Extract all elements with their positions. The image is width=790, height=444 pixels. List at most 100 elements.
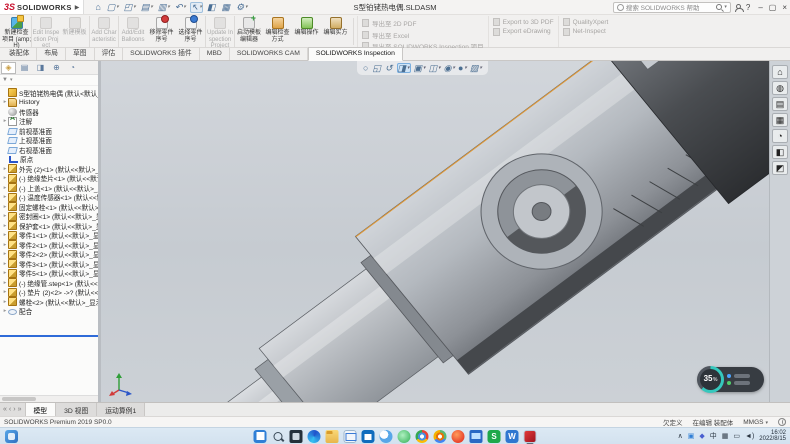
section-view-icon[interactable]: ◨▾ (397, 63, 411, 73)
search-input[interactable]: 搜索 SOLIDWORKS 帮助 ▾ (613, 2, 731, 13)
view-tab[interactable]: 模型 (26, 403, 57, 416)
custom-properties-icon[interactable]: ◧ (772, 145, 788, 159)
command-tab[interactable]: 装配体 (2, 48, 37, 60)
select-balloons-button[interactable]: 选择零件序号 (176, 16, 205, 47)
solidworks-resources-icon[interactable]: ⌂ (772, 65, 788, 79)
edit-appearance-icon[interactable]: ●▾ (458, 63, 467, 73)
app-s-icon[interactable]: S (488, 430, 501, 443)
tab-scroll-arrow[interactable]: « (3, 406, 7, 413)
print-icon[interactable]: ▥▾ (157, 2, 171, 13)
feature-tree-item[interactable]: ▸ (-) 绝缘管.step<1> (默认<<默认> (0, 278, 98, 288)
command-tab[interactable]: SOLIDWORKS 插件 (123, 48, 200, 60)
home-icon[interactable]: ⌂ (94, 2, 102, 12)
zoom-fit-icon[interactable]: ○ (363, 63, 369, 73)
undo-icon[interactable]: ↶▾ (174, 2, 187, 13)
command-tab[interactable]: SOLIDWORKS CAM (230, 48, 308, 60)
search-icon[interactable] (716, 4, 722, 10)
feature-tree-item[interactable]: ▸ 螺栓<2> (默认<<默认>_显示状态 (0, 297, 98, 307)
appearances-scenes-icon[interactable]: ◔ (772, 129, 788, 143)
feature-tree-item[interactable]: 传感器 (0, 107, 98, 117)
recorder-button-bottom[interactable] (727, 381, 759, 385)
menu-flyout-arrow-icon[interactable]: ▶ (75, 4, 80, 11)
feature-tree-item[interactable]: 右视基准面 (0, 145, 98, 155)
feature-tree-item[interactable]: ▸ 配合 (0, 307, 98, 317)
command-tab[interactable]: 评估 (95, 48, 124, 60)
model-canvas[interactable] (101, 61, 790, 402)
edit-vendor-button[interactable]: 编辑实方 (321, 16, 350, 47)
browser-icon[interactable] (434, 430, 447, 443)
tab-scroll-arrow[interactable]: » (18, 406, 22, 413)
remote-desktop-icon[interactable] (470, 430, 483, 443)
feature-tree-item[interactable]: ▸ 零件2<1> (默认<<默认>_显示状 (0, 240, 98, 250)
search-caret-icon[interactable]: ▾ (724, 4, 727, 10)
solidworks-app-icon[interactable] (524, 430, 537, 443)
search-button[interactable] (272, 430, 285, 443)
previous-view-icon[interactable]: ↺ (385, 63, 394, 73)
tab-scroll-arrow[interactable]: › (13, 406, 15, 413)
close-button[interactable]: × (782, 3, 787, 12)
zoom-area-icon[interactable]: ◱ (372, 63, 382, 73)
launch-template-editor-button[interactable]: 启动模板编辑器 (234, 16, 263, 47)
export-menu-item[interactable]: 导出至 2D PDF (362, 18, 484, 28)
export-menu-item[interactable]: 导出至 Excel (362, 30, 484, 40)
feature-tree-item[interactable]: ▸ (-) 垫片 (2)<2> ->? (默认<<默认 (0, 288, 98, 298)
tray-expand-icon[interactable]: ∧ (678, 432, 683, 440)
cast-icon[interactable]: ▭ (733, 432, 740, 440)
weather-icon[interactable] (380, 430, 393, 443)
feature-tree-item[interactable]: ▸ 零件2<2> (默认<<默认>_显示状 (0, 250, 98, 260)
units-selector[interactable]: MMGS▾ (743, 419, 768, 426)
feature-tree-item[interactable]: ▸ 保护套<1> (默认<<默认>_显示状 (0, 221, 98, 231)
restore-button[interactable]: ▢ (769, 3, 777, 12)
file-explorer-icon[interactable] (326, 430, 339, 443)
new-template-button[interactable]: 新建模板 (60, 16, 89, 47)
taskbar-clock[interactable]: 16:02 2022/8/15 (759, 430, 786, 443)
feature-tree-item[interactable]: ▸ 注解 (0, 117, 98, 127)
feature-tree-item[interactable]: ▸ (-) 温度传感器<1> (默认<<默认>_ (0, 193, 98, 203)
feature-statistics-icon[interactable]: ◧ (206, 2, 218, 13)
antivirus-icon[interactable] (398, 430, 411, 443)
feature-tree-item[interactable]: ▸ 密封圈<1> (默认<<默认>_显示状 (0, 212, 98, 222)
feature-tree-item[interactable]: ▸ 外壳 (2)<1> (默认<<默认>_显示状 (0, 164, 98, 174)
panel-horizontal-scrollbar[interactable] (0, 395, 98, 402)
new-document-icon[interactable]: ▢▾ (106, 2, 120, 13)
feature-tree-item[interactable]: ▸ History (0, 98, 98, 108)
dimxpert-manager-icon[interactable]: ⊕ (49, 62, 64, 74)
featuremanager-tree-icon[interactable]: ◈ (1, 62, 16, 74)
export-menu-item[interactable]: Export eDrawing (493, 28, 554, 36)
graphics-viewport[interactable]: ○ ◱ ↺ ◨▾ ▣▾ ◫▾ ◉▾ ●▾ ▨▾ (101, 61, 790, 402)
wps-icon[interactable]: W (506, 430, 519, 443)
add-characteristic-button[interactable]: Add Characteristic (89, 16, 118, 47)
ime-icon[interactable]: ▦ (722, 432, 729, 440)
command-tab[interactable]: MBD (200, 48, 230, 60)
chrome-icon[interactable] (416, 430, 429, 443)
options-gear-icon[interactable]: ⚙▾ (235, 2, 249, 13)
property-manager-icon[interactable]: ▤ (17, 62, 32, 74)
help-button[interactable]: ? (746, 3, 750, 12)
scrollbar-thumb[interactable] (2, 397, 36, 401)
feature-tree-item[interactable]: ▸ 零件1<1> (默认<<默认>_显示状 (0, 231, 98, 241)
feature-tree-item[interactable]: ▸ (-) 上盖<1> (默认<<默认>_显示状 (0, 183, 98, 193)
task-view-button[interactable] (290, 430, 303, 443)
edit-inspection-methods-button[interactable]: 编辑检查方式 (263, 16, 292, 47)
tray-app-icon[interactable]: ▣ (688, 432, 695, 440)
view-tab[interactable]: 3D 视图 (56, 403, 97, 416)
tray-shield-icon[interactable]: ◆ (699, 432, 704, 440)
feature-tree-item[interactable]: ▸ 零件3<1> (默认<<默认>_显示状 (0, 259, 98, 269)
export-menu-item[interactable]: QualityXpert (563, 18, 609, 26)
edge-icon[interactable] (308, 430, 321, 443)
export-menu-item[interactable]: Net-Inspect (563, 28, 609, 36)
feature-tree-item[interactable]: ▸ 固定螺栓<1> (默认<<默认>_显示 (0, 202, 98, 212)
feature-tree-item[interactable]: 原点 (0, 155, 98, 165)
edit-operations-button[interactable]: 编辑操作 (292, 16, 321, 47)
design-library-icon[interactable]: ◍ (772, 81, 788, 95)
edit-inspection-project-button[interactable]: Edit Inspection Project (31, 16, 60, 47)
configuration-manager-icon[interactable]: ◨ (33, 62, 48, 74)
command-tab[interactable]: 布局 (37, 48, 66, 60)
command-tab[interactable]: 草图 (66, 48, 95, 60)
display-manager-icon[interactable]: ◔ (65, 62, 80, 74)
feature-tree-item[interactable]: ▸ 零件5<1> (默认<<默认>_显示状 (0, 269, 98, 279)
feature-tree-item[interactable]: 前视基准面 (0, 126, 98, 136)
view-tab[interactable]: 运动算例1 (97, 403, 145, 416)
mail-icon[interactable] (344, 430, 357, 443)
recorder-widget[interactable]: 35% (698, 367, 764, 392)
